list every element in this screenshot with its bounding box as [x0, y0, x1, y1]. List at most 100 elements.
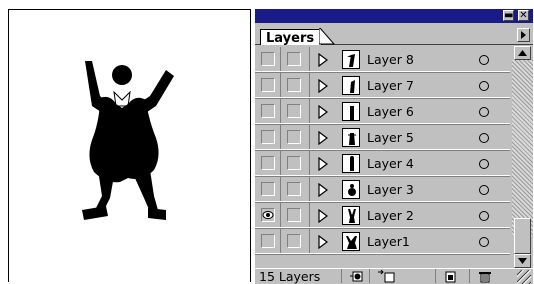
scroll-track[interactable]	[512, 60, 533, 236]
layer-name: Layer 4	[367, 156, 414, 171]
layer-name: Layer 6	[367, 104, 414, 119]
column-divider	[280, 99, 281, 125]
column-divider	[309, 125, 310, 151]
new-layer-icon	[378, 270, 395, 283]
expand-triangle-icon[interactable]	[318, 157, 328, 171]
layer-row[interactable]: Layer 6	[255, 99, 510, 125]
column-divider	[309, 151, 310, 177]
layer-row[interactable]: Layer 2	[255, 203, 510, 229]
visibility-toggle[interactable]	[261, 208, 275, 222]
expand-triangle-icon[interactable]	[318, 183, 328, 197]
lock-toggle[interactable]	[287, 208, 301, 222]
target-circle-icon[interactable]	[479, 211, 489, 221]
lock-toggle[interactable]	[287, 52, 301, 66]
layer-name: Layer 3	[367, 182, 414, 197]
close-icon[interactable]: ✕	[518, 10, 529, 21]
target-circle-icon[interactable]	[479, 237, 489, 247]
visibility-toggle[interactable]	[261, 182, 275, 196]
layer-count-label: 15 Layers	[259, 269, 321, 284]
layer-row[interactable]: Layer 8	[255, 47, 510, 73]
target-circle-icon[interactable]	[479, 185, 489, 195]
expand-triangle-icon[interactable]	[318, 105, 328, 119]
column-divider	[280, 73, 281, 99]
column-divider	[280, 125, 281, 151]
lock-toggle[interactable]	[287, 182, 301, 196]
target-circle-icon[interactable]	[479, 159, 489, 169]
column-divider	[309, 177, 310, 203]
minimize-icon[interactable]: ▬	[503, 10, 514, 21]
scroll-thumb[interactable]	[514, 218, 531, 254]
visibility-toggle[interactable]	[261, 130, 275, 144]
lock-toggle[interactable]	[287, 156, 301, 170]
layers-list: Layer 8 Layer 7 Layer 6 Layer 5 Layer 4 Layer…	[255, 46, 510, 268]
palette-titlebar[interactable]: ▬ ✕	[255, 9, 533, 23]
trash-icon	[479, 272, 491, 283]
new-layer-plain-button[interactable]	[435, 269, 464, 283]
visibility-toggle[interactable]	[261, 52, 275, 66]
lock-toggle[interactable]	[287, 104, 301, 118]
palette-menu-button[interactable]	[517, 28, 530, 42]
layer-row[interactable]: Layer 7	[255, 73, 510, 99]
tab-slant-edge	[319, 28, 335, 45]
new-layer-button[interactable]	[369, 269, 404, 283]
eye-icon	[262, 211, 274, 219]
palette-tab-strip: Layers	[255, 24, 533, 46]
layer-row[interactable]: Layer1	[255, 229, 510, 255]
layer-name: Layer 8	[367, 52, 414, 67]
layer-thumbnail	[342, 154, 360, 173]
scroll-down-button[interactable]	[514, 254, 531, 268]
layers-palette: ▬ ✕ Layers Layer 8 Layer 7 Layer 6 Layer 5L…	[255, 9, 533, 284]
column-divider	[280, 229, 281, 255]
column-divider	[309, 99, 310, 125]
target-circle-icon[interactable]	[479, 55, 489, 65]
lock-toggle[interactable]	[287, 234, 301, 248]
layer-thumbnail	[342, 206, 360, 225]
resize-grip-icon[interactable]	[517, 270, 531, 284]
column-divider	[280, 203, 281, 229]
column-divider	[309, 229, 310, 255]
dancing-figure-artwork[interactable]	[70, 58, 180, 233]
expand-triangle-icon[interactable]	[318, 209, 328, 223]
visibility-toggle[interactable]	[261, 234, 275, 248]
visibility-toggle[interactable]	[261, 78, 275, 92]
expand-triangle-icon[interactable]	[318, 53, 328, 67]
layer-name: Layer 7	[367, 78, 414, 93]
layer-name: Layer 5	[367, 130, 414, 145]
expand-triangle-icon[interactable]	[318, 79, 328, 93]
lock-toggle[interactable]	[287, 78, 301, 92]
palette-bottom-bar: 15 Layers	[255, 268, 533, 284]
palette-menu-arrow-icon	[521, 31, 526, 39]
scroll-down-arrow-icon	[518, 258, 527, 264]
layers-scrollbar[interactable]	[512, 46, 533, 268]
column-divider	[280, 177, 281, 203]
layer-row[interactable]: Layer 5	[255, 125, 510, 151]
new-layer-page-icon	[445, 271, 456, 283]
column-divider	[309, 73, 310, 99]
new-sublayer-icon	[350, 271, 363, 282]
delete-layer-button[interactable]	[469, 269, 498, 283]
scroll-up-button[interactable]	[514, 46, 531, 60]
lock-toggle[interactable]	[287, 130, 301, 144]
column-divider	[280, 47, 281, 73]
row-divider	[255, 254, 510, 255]
tab-layers[interactable]: Layers	[260, 29, 322, 46]
layer-thumbnail	[342, 102, 360, 121]
column-divider	[309, 47, 310, 73]
visibility-toggle[interactable]	[261, 104, 275, 118]
target-circle-icon[interactable]	[479, 133, 489, 143]
layer-row[interactable]: Layer 3	[255, 177, 510, 203]
layer-row[interactable]: Layer 4	[255, 151, 510, 177]
layer-name: Layer 2	[367, 208, 414, 223]
target-circle-icon[interactable]	[479, 81, 489, 91]
new-sublayer-button[interactable]	[341, 269, 370, 283]
column-divider	[309, 203, 310, 229]
artboard-canvas[interactable]	[0, 0, 254, 283]
expand-triangle-icon[interactable]	[318, 131, 328, 145]
scroll-up-arrow-icon	[518, 50, 527, 56]
layer-thumbnail	[342, 50, 360, 69]
target-circle-icon[interactable]	[479, 107, 489, 117]
layer-name: Layer1	[367, 234, 410, 249]
expand-triangle-icon[interactable]	[318, 235, 328, 249]
visibility-toggle[interactable]	[261, 156, 275, 170]
layer-thumbnail	[342, 180, 360, 199]
